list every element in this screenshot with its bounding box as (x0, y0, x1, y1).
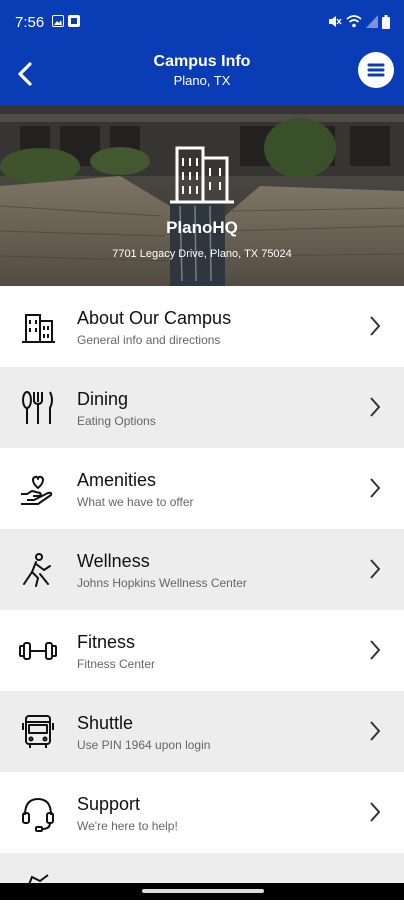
app-notification-icon (68, 15, 80, 27)
chevron-right-icon (370, 478, 381, 498)
building-icon (22, 314, 55, 343)
menu-item-label: Shuttle (77, 713, 134, 733)
menu-item-about-our-campus[interactable]: About Our Campus General info and direct… (0, 286, 404, 367)
battery-icon (382, 15, 390, 29)
dumbbell-icon (19, 642, 57, 660)
menu-item-label: About Our Campus (77, 308, 232, 328)
menu-item-sublabel: What we have to offer (77, 495, 194, 509)
back-arrow-icon[interactable] (8, 52, 52, 96)
wellness-icon (23, 553, 51, 587)
menu-item-label: Wellness (77, 551, 150, 571)
campus-address: 7701 Legacy Drive, Plano, TX 75024 (112, 248, 292, 260)
menu-item-support[interactable]: Support We're here to help! (0, 772, 404, 853)
status-time: 7:56 (15, 14, 45, 31)
menu-button[interactable] (358, 52, 394, 88)
menu-item-label: Dining (77, 389, 129, 409)
campus-hero: PlanoHQ 7701 Legacy Drive, Plano, TX 750… (0, 106, 404, 286)
chevron-right-icon (370, 397, 381, 417)
heart-hand-icon (21, 475, 53, 505)
hamburger-menu-icon (367, 63, 385, 77)
menu-item-label: Fitness (77, 632, 136, 652)
campus-name: PlanoHQ (166, 218, 238, 237)
menu-item-sublabel: Eating Options (77, 414, 156, 428)
home-gesture-handle[interactable] (142, 889, 264, 893)
chevron-right-icon (370, 640, 381, 660)
menu-item-sublabel: General info and directions (77, 333, 221, 347)
page-title: Campus Info (153, 53, 251, 70)
campus-menu-list: About Our Campus General info and direct… (0, 286, 404, 898)
header-title-block: Campus Info Plano, TX (70, 52, 334, 90)
system-nav-bar (0, 883, 404, 900)
menu-item-sublabel: Johns Hopkins Wellness Center (77, 576, 247, 590)
signal-icon (366, 15, 378, 28)
menu-item-label: Amenities (77, 470, 157, 490)
chevron-right-icon (370, 802, 381, 822)
gallery-notification-icon (52, 15, 64, 27)
chevron-right-icon (370, 316, 381, 336)
menu-item-label: Support (77, 794, 141, 814)
menu-item-amenities[interactable]: Amenities What we have to offer (0, 448, 404, 529)
menu-item-sublabel: Use PIN 1964 upon login (77, 738, 211, 752)
menu-item-wellness[interactable]: Wellness Johns Hopkins Wellness Center (0, 529, 404, 610)
menu-item-shuttle[interactable]: Shuttle Use PIN 1964 upon login (0, 691, 404, 772)
bus-icon (22, 715, 54, 748)
wifi-icon (346, 15, 362, 28)
app-bar: Campus Info Plano, TX (0, 44, 404, 106)
mute-icon (329, 16, 342, 27)
chevron-right-icon (370, 559, 381, 579)
menu-item-sublabel: We're here to help! (77, 819, 178, 833)
utensils-icon (22, 391, 53, 424)
menu-item-dining[interactable]: Dining Eating Options (0, 367, 404, 448)
menu-item-sublabel: Fitness Center (77, 657, 156, 671)
menu-item-fitness[interactable]: Fitness Fitness Center (0, 610, 404, 691)
status-bar: 7:56 (0, 0, 404, 44)
page-subtitle: Plano, TX (173, 73, 231, 88)
headset-icon (22, 798, 54, 832)
chevron-right-icon (370, 721, 381, 741)
